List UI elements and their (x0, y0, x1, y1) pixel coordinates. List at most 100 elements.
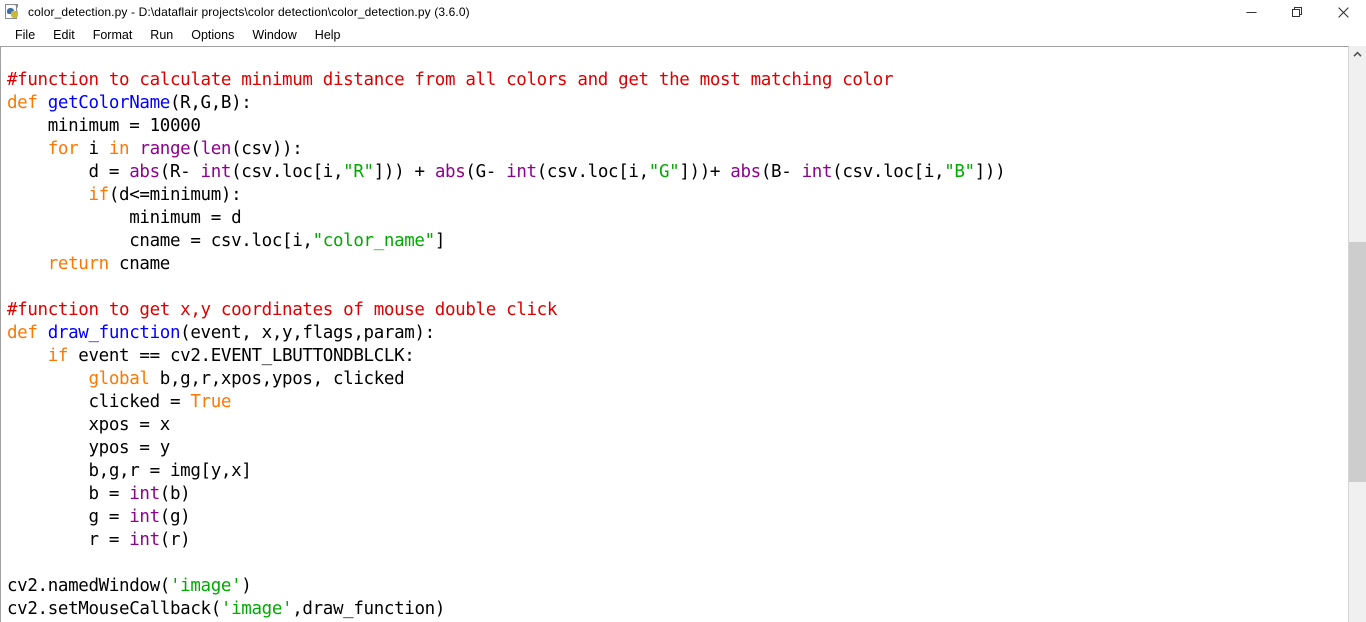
code-token-string: "R" (343, 161, 374, 182)
code-line: minimum = d (7, 207, 1005, 230)
code-token-comment: #function to get x,y coordinates of mous… (7, 299, 558, 320)
code-token-plain: (csv.loc[i, (832, 161, 945, 182)
code-token-keyword: for (47, 138, 79, 159)
menu-item-options[interactable]: Options (182, 25, 243, 45)
code-token-keyword: def (7, 92, 38, 113)
source-code[interactable]: #function to calculate minimum distance … (1, 65, 1006, 621)
python-file-icon (5, 4, 21, 20)
code-token-keyword: in (108, 138, 130, 159)
code-token-builtin: int (129, 529, 160, 550)
code-token-plain: minimum = 10000 (7, 115, 201, 136)
code-token-builtin: int (129, 506, 160, 527)
code-line: def getColorName(R,G,B): (7, 92, 1005, 115)
code-token-string: 'image' (169, 575, 242, 596)
code-line: minimum = 10000 (7, 115, 1005, 138)
code-token-comment: #function to calculate minimum distance … (7, 69, 894, 90)
code-line: return cname (7, 253, 1005, 276)
close-button[interactable] (1320, 0, 1366, 24)
code-line: #function to get x,y coordinates of mous… (7, 299, 1005, 322)
code-token-builtin: range (139, 138, 191, 159)
menu-item-window[interactable]: Window (243, 25, 305, 45)
code-token-plain: event == cv2.EVENT_LBUTTONDBLCLK: (68, 345, 415, 366)
code-token-plain: ypos = y (7, 437, 170, 458)
code-token-string: "G" (648, 161, 680, 182)
code-line: d = abs(R- int(csv.loc[i,"R"])) + abs(G-… (7, 161, 1005, 184)
code-token-keyword: return (47, 253, 109, 274)
menu-item-edit[interactable]: Edit (44, 25, 84, 45)
code-token-plain: cv2.namedWindow( (7, 575, 170, 596)
code-line: if event == cv2.EVENT_LBUTTONDBLCLK: (7, 345, 1005, 368)
code-line: cv2.setMouseCallback('image',draw_functi… (7, 598, 1005, 621)
code-token-plain: g = (7, 506, 130, 527)
title-bar[interactable]: color_detection.py - D:\dataflair projec… (0, 0, 1366, 24)
code-token-plain: xpos = x (7, 414, 170, 435)
code-token-keyword: if (88, 184, 110, 205)
code-token-plain: (csv)): (231, 138, 303, 159)
menu-item-file[interactable]: File (6, 25, 44, 45)
restore-icon (1291, 6, 1302, 17)
code-token-builtin: abs (434, 161, 466, 182)
code-line: ​ (7, 276, 1005, 299)
scroll-up-button[interactable] (1349, 46, 1366, 63)
menu-item-run[interactable]: Run (141, 25, 182, 45)
code-line: for i in range(len(csv)): (7, 138, 1005, 161)
scrollbar-track[interactable] (1349, 63, 1366, 622)
code-token-plain: b,g,r,xpos,ypos, clicked (149, 368, 405, 389)
scrollbar-thumb[interactable] (1349, 241, 1366, 483)
code-token-plain: minimum = d (7, 207, 242, 228)
code-token-plain: (B- (760, 161, 802, 182)
code-line: clicked = True (7, 391, 1005, 414)
code-line: if(d<=minimum): (7, 184, 1005, 207)
code-line: xpos = x (7, 414, 1005, 437)
code-line: b,g,r = img[y,x] (7, 460, 1005, 483)
code-line: #function to calculate minimum distance … (7, 69, 1005, 92)
code-token-plain: (csv.loc[i, (231, 161, 344, 182)
menu-bar: File Edit Format Run Options Window Help (0, 24, 1366, 46)
code-line: b = int(b) (7, 483, 1005, 506)
code-token-plain: (event, x,y,flags,param): (180, 322, 435, 343)
code-token-plain: ] (434, 230, 446, 251)
menu-item-help[interactable]: Help (306, 25, 350, 45)
code-token-plain: d = (7, 161, 130, 182)
editor-body: #function to calculate minimum distance … (0, 46, 1366, 622)
menu-item-format[interactable]: Format (84, 25, 142, 45)
code-line: global b,g,r,xpos,ypos, clicked (7, 368, 1005, 391)
code-token-plain: ,draw_function) (292, 598, 446, 619)
code-line: r = int(r) (7, 529, 1005, 552)
code-token-builtin: abs (730, 161, 761, 182)
code-token-plain: clicked = (7, 391, 191, 412)
restore-button[interactable] (1274, 0, 1320, 24)
code-token-plain: r = (7, 529, 130, 550)
code-token-plain: ]))+ (679, 161, 731, 182)
code-token-plain: (d<=minimum): (108, 184, 242, 205)
code-token-builtin: int (200, 161, 232, 182)
code-token-plain: (G- (465, 161, 507, 182)
code-token-plain: cname = csv.loc[i, (7, 230, 313, 251)
code-token-def: getColorName (47, 92, 171, 113)
code-token-plain: i (78, 138, 109, 159)
code-token-plain: ( (190, 138, 201, 159)
code-editor-area[interactable]: #function to calculate minimum distance … (0, 46, 1349, 622)
code-token-plain: ) (241, 575, 252, 596)
idle-editor-window: color_detection.py - D:\dataflair projec… (0, 0, 1366, 622)
code-line: ​ (7, 552, 1005, 575)
minimize-button[interactable] (1228, 0, 1274, 24)
code-token-keyword: def (7, 322, 38, 343)
code-token-builtin: int (506, 161, 537, 182)
vertical-scrollbar[interactable] (1349, 46, 1366, 622)
code-line: ypos = y (7, 437, 1005, 460)
code-line: def draw_function(event, x,y,flags,param… (7, 322, 1005, 345)
code-token-keyword: True (190, 391, 232, 412)
code-token-plain: cname (108, 253, 170, 274)
code-token-string: "B" (944, 161, 975, 182)
code-token-keyword: global (88, 368, 150, 389)
code-token-plain: b,g,r = img[y,x] (7, 460, 252, 481)
code-line: cv2.namedWindow('image') (7, 575, 1005, 598)
